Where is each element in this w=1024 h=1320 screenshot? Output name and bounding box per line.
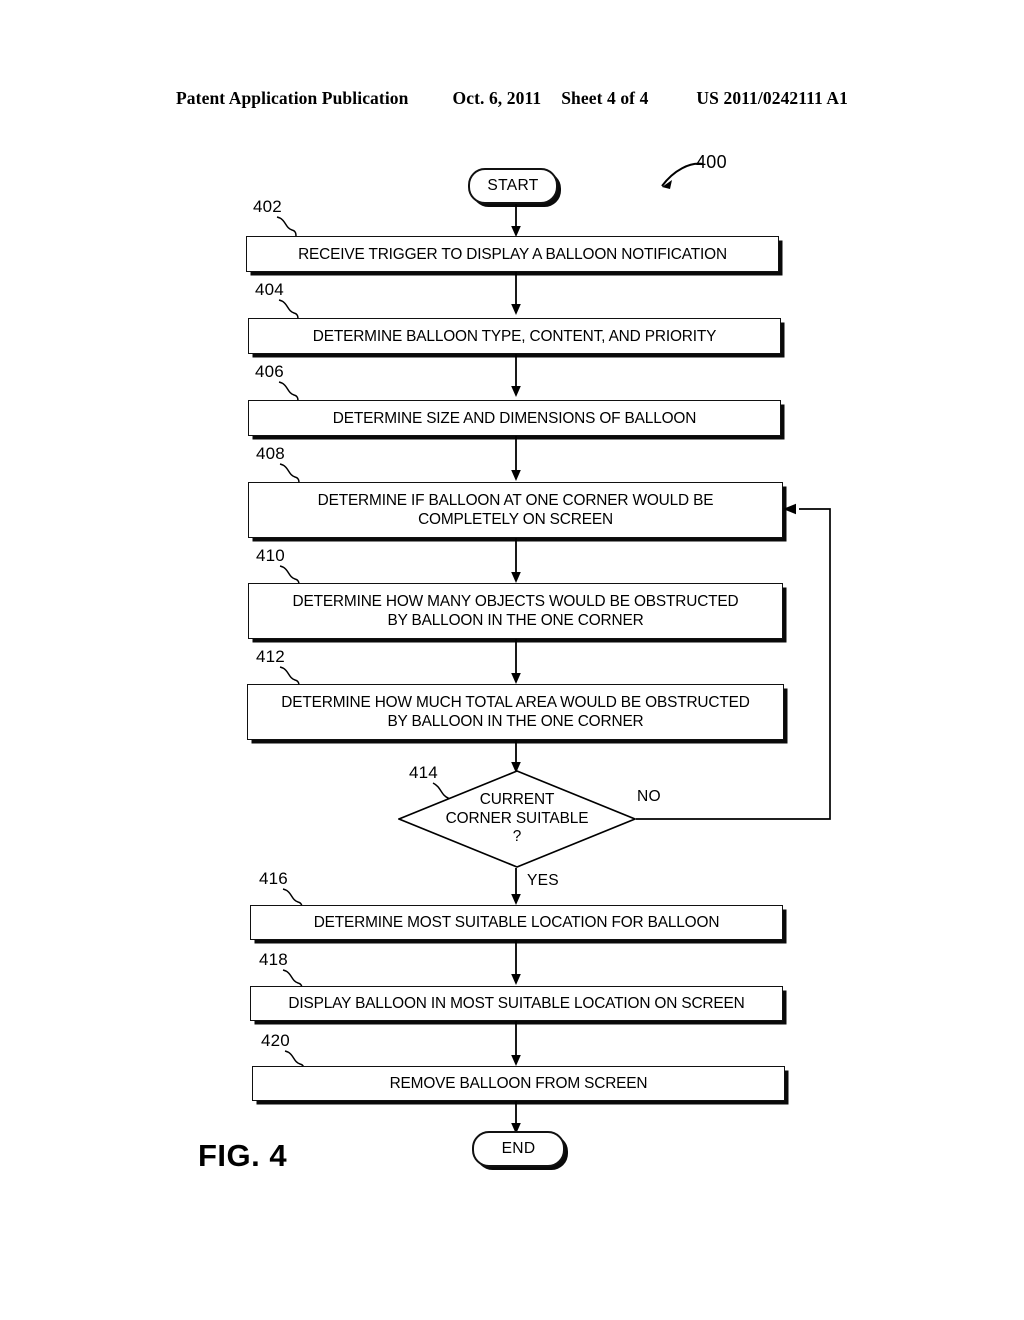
header-sheet-text: Sheet 4 of 4 — [561, 88, 649, 108]
publication-header: Patent Application Publication Oct. 6, 2… — [0, 88, 1024, 114]
step-box-410: DETERMINE HOW MANY OBJECTS WOULD BE OBST… — [248, 583, 783, 639]
end-label: END — [501, 1140, 536, 1157]
ref-number-412: 412 — [256, 647, 285, 666]
step-box-420: REMOVE BALLOON FROM SCREEN — [252, 1066, 785, 1101]
step-box-412: DETERMINE HOW MUCH TOTAL AREA WOULD BE O… — [247, 684, 784, 740]
decision-label-group: CURRENT CORNER SUITABLE ? — [398, 770, 636, 868]
decision-diamond-414: CURRENT CORNER SUITABLE ? — [396, 770, 638, 868]
ref-number-406: 406 — [255, 362, 284, 381]
header-publication-number: US 2011/0242111 A1 — [696, 88, 848, 108]
connector-420-to-end — [511, 1101, 521, 1134]
connector-414-to-416 — [511, 868, 521, 905]
connector-412-to-414 — [511, 740, 521, 773]
ref-number-410: 410 — [256, 546, 285, 565]
figure-caption: FIG. 4 — [198, 1138, 288, 1173]
connector-start-to-402 — [511, 204, 521, 237]
branch-label-no: NO — [637, 788, 661, 805]
connector-404-to-406 — [511, 354, 521, 397]
figure-number-400: 400 — [696, 152, 727, 172]
branch-label-yes: YES — [527, 872, 559, 889]
step-box-402: RECEIVE TRIGGER TO DISPLAY A BALLOON NOT… — [246, 236, 779, 272]
ref-number-420: 420 — [261, 1031, 290, 1050]
connector-402-to-404 — [511, 272, 521, 315]
start-terminator: START — [468, 168, 558, 204]
ref-number-408: 408 — [256, 444, 285, 463]
step-box-416: DETERMINE MOST SUITABLE LOCATION FOR BAL… — [250, 905, 783, 940]
step-box-416-label: DETERMINE MOST SUITABLE LOCATION FOR BAL… — [313, 914, 720, 931]
step-box-404: DETERMINE BALLOON TYPE, CONTENT, AND PRI… — [248, 318, 781, 354]
decision-line-2: CORNER SUITABLE — [445, 809, 589, 827]
step-box-406-label: DETERMINE SIZE AND DIMENSIONS OF BALLOON — [332, 409, 697, 427]
ref-number-418: 418 — [259, 950, 288, 969]
start-label: START — [487, 177, 539, 194]
connector-418-to-420 — [511, 1021, 521, 1066]
end-terminator: END — [472, 1131, 565, 1167]
ref-number-416: 416 — [259, 869, 288, 888]
decision-line-1: CURRENT — [479, 791, 555, 809]
connector-410-to-412 — [511, 639, 521, 684]
connector-406-to-408 — [511, 436, 521, 481]
step-box-412-label: DETERMINE HOW MUCH TOTAL AREA WOULD BE O… — [281, 694, 750, 730]
patent-drawing-page: Patent Application Publication Oct. 6, 2… — [0, 0, 1024, 1320]
step-box-410-label: DETERMINE HOW MANY OBJECTS WOULD BE OBST… — [292, 593, 739, 629]
ref-number-404: 404 — [255, 280, 284, 299]
step-box-404-label: DETERMINE BALLOON TYPE, CONTENT, AND PRI… — [312, 327, 717, 345]
feedback-loop-no-to-408 — [636, 503, 831, 820]
header-date-text: Oct. 6, 2011 — [452, 88, 542, 108]
connector-416-to-418 — [511, 940, 521, 985]
step-box-408: DETERMINE IF BALLOON AT ONE CORNER WOULD… — [248, 482, 783, 538]
ref-number-402: 402 — [253, 197, 282, 216]
step-box-406: DETERMINE SIZE AND DIMENSIONS OF BALLOON — [248, 400, 781, 436]
step-box-402-label: RECEIVE TRIGGER TO DISPLAY A BALLOON NOT… — [298, 245, 727, 263]
step-box-408-label: DETERMINE IF BALLOON AT ONE CORNER WOULD… — [317, 492, 714, 528]
step-box-418: DISPLAY BALLOON IN MOST SUITABLE LOCATIO… — [250, 986, 783, 1021]
step-box-420-label: REMOVE BALLOON FROM SCREEN — [389, 1075, 648, 1092]
step-box-418-label: DISPLAY BALLOON IN MOST SUITABLE LOCATIO… — [288, 995, 745, 1012]
header-publication-text: Patent Application Publication — [176, 88, 409, 108]
decision-line-3: ? — [512, 828, 522, 846]
connector-408-to-410 — [511, 538, 521, 583]
